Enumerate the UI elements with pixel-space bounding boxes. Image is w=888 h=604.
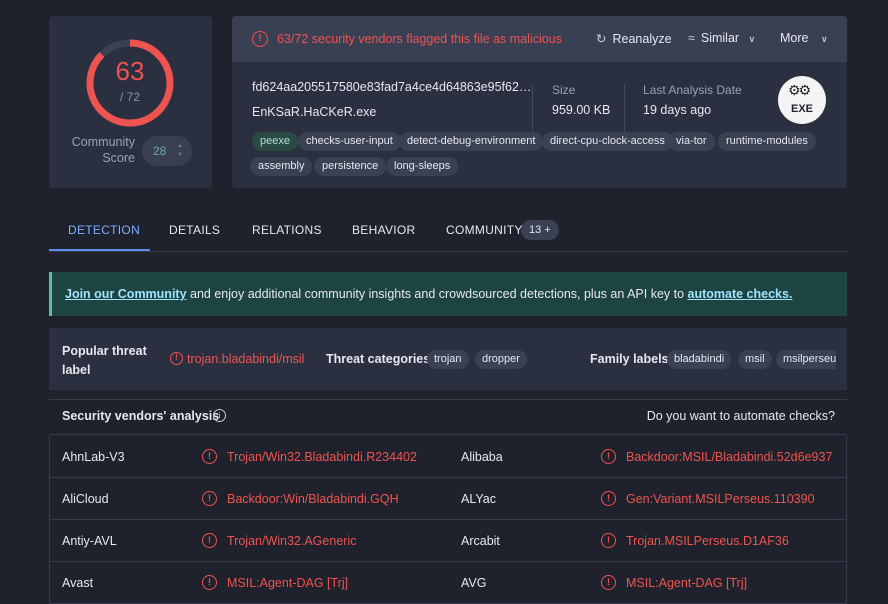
vendor-name: ALYac bbox=[461, 492, 496, 506]
community-banner: Join our Community and enjoy additional … bbox=[49, 272, 847, 316]
community-score-pill[interactable]: 28 ▲ ▼ bbox=[142, 136, 192, 166]
popular-threat-value: trojan.bladabindi/msil bbox=[187, 352, 305, 366]
family-label-chip[interactable]: msil bbox=[738, 350, 772, 369]
vendor-name: Alibaba bbox=[461, 450, 503, 464]
threat-category-chip[interactable]: dropper bbox=[475, 350, 527, 369]
vote-down-icon[interactable]: ▼ bbox=[177, 152, 183, 158]
gear-icon: ⚙⚙ bbox=[788, 82, 811, 98]
threat-category-chip[interactable]: trojan bbox=[427, 350, 469, 369]
community-score-value: 28 bbox=[153, 144, 167, 158]
detection-result: Backdoor:MSIL/Bladabindi.52d6e937 bbox=[626, 450, 833, 464]
alert-icon: ! bbox=[252, 31, 268, 47]
last-analysis-label: Last Analysis Date bbox=[643, 83, 742, 97]
chevron-down-icon: ∨ bbox=[748, 34, 756, 44]
tag-chip[interactable]: peexe bbox=[252, 132, 298, 151]
alert-icon: ! bbox=[170, 352, 183, 365]
vendors-table: AhnLab-V3 ! Trojan/Win32.Bladabindi.R234… bbox=[49, 436, 847, 604]
divider bbox=[624, 84, 625, 134]
table-row: Antiy-AVL ! Trojan/Win32.AGeneric Arcabi… bbox=[49, 520, 847, 562]
family-labels-label: Family labels bbox=[590, 352, 669, 366]
divider bbox=[532, 84, 533, 134]
alert-icon: ! bbox=[202, 491, 217, 506]
similar-icon: ≈ bbox=[688, 31, 695, 45]
tab-details[interactable]: DETAILS bbox=[169, 223, 220, 237]
family-label-chip[interactable]: bladabindi bbox=[667, 350, 732, 369]
detection-result: Trojan/Win32.Bladabindi.R234402 bbox=[227, 450, 417, 464]
vendor-name: Arcabit bbox=[461, 534, 500, 548]
last-analysis-value: 19 days ago bbox=[643, 103, 712, 117]
malicious-alert-bar: ! 63/72 security vendors flagged this fi… bbox=[232, 16, 847, 62]
alert-icon: ! bbox=[601, 491, 616, 506]
detection-result: Backdoor:Win/Bladabindi.GQH bbox=[227, 492, 399, 506]
community-score-label: Community Score bbox=[71, 135, 135, 165]
reanalyze-button[interactable]: ↻ Reanalyze bbox=[596, 31, 672, 46]
file-name: EnKSaR.HaCKeR.exe bbox=[252, 105, 377, 119]
alert-icon: ! bbox=[601, 575, 616, 590]
vendor-name: AliCloud bbox=[62, 492, 109, 506]
alert-text: 63/72 security vendors flagged this file… bbox=[277, 32, 562, 46]
alert-icon: ! bbox=[202, 575, 217, 590]
tag-chip[interactable]: assembly bbox=[250, 157, 313, 176]
detection-score-card: 63 / 72 Community Score 28 ▲ ▼ bbox=[49, 16, 212, 188]
tag-chip[interactable]: checks-user-input bbox=[298, 132, 401, 151]
tab-relations[interactable]: RELATIONS bbox=[252, 223, 322, 237]
vendor-name: AVG bbox=[461, 576, 487, 590]
tag-chip[interactable]: direct-cpu-clock-access bbox=[542, 132, 673, 151]
vendor-name: Avast bbox=[62, 576, 94, 590]
detection-total: / 72 bbox=[119, 90, 140, 104]
tag-chip[interactable]: via-tor bbox=[668, 132, 715, 151]
popular-threat-label: Popular threat label bbox=[62, 344, 147, 377]
info-icon[interactable]: i bbox=[213, 409, 226, 422]
automate-checks-link[interactable]: automate checks. bbox=[688, 287, 793, 301]
active-tab-indicator bbox=[49, 249, 150, 251]
tag-chip[interactable]: long-sleeps bbox=[386, 157, 459, 176]
alert-icon: ! bbox=[202, 449, 217, 464]
size-label: Size bbox=[552, 83, 576, 97]
banner-text: and enjoy additional community insights … bbox=[186, 287, 688, 301]
detection-result: MSIL:Agent-DAG [Trj] bbox=[626, 576, 748, 590]
tag-chip[interactable]: detect-debug-environment bbox=[399, 132, 544, 151]
vote-up-icon[interactable]: ▲ bbox=[177, 143, 183, 149]
family-label-chip[interactable]: msilperseus bbox=[776, 350, 836, 369]
tab-detection[interactable]: DETECTION bbox=[68, 223, 140, 237]
automate-checks-prompt[interactable]: Do you want to automate checks? bbox=[647, 409, 835, 423]
security-vendors-header: Security vendors' analysis i Do you want… bbox=[49, 399, 847, 435]
table-row: AliCloud ! Backdoor:Win/Bladabindi.GQH A… bbox=[49, 478, 847, 520]
chevron-down-icon: ∨ bbox=[820, 34, 828, 44]
size-value: 959.00 KB bbox=[552, 103, 611, 117]
security-vendors-title: Security vendors' analysis bbox=[62, 409, 220, 423]
tabs-divider bbox=[49, 251, 847, 252]
threat-summary-panel: Popular threat label ! trojan.bladabindi… bbox=[49, 328, 847, 390]
table-row: AhnLab-V3 ! Trojan/Win32.Bladabindi.R234… bbox=[49, 436, 847, 478]
alert-icon: ! bbox=[601, 449, 616, 464]
table-row: Avast ! MSIL:Agent-DAG [Trj] AVG ! MSIL:… bbox=[49, 562, 847, 604]
tab-community[interactable]: COMMUNITY bbox=[446, 223, 523, 237]
file-hash[interactable]: fd624aa205517580e83fad7a4ce4d64863e95f62… bbox=[252, 80, 531, 94]
tag-chip[interactable]: runtime-modules bbox=[718, 132, 816, 151]
detection-result: Gen:Variant.MSILPerseus.110390 bbox=[626, 492, 815, 506]
alert-icon: ! bbox=[601, 533, 616, 548]
more-dropdown[interactable]: More ∨ bbox=[780, 31, 828, 45]
tag-chip[interactable]: persistence bbox=[314, 157, 387, 176]
refresh-icon: ↻ bbox=[596, 32, 607, 46]
exe-file-type-icon: ⚙⚙ EXE bbox=[778, 76, 826, 124]
vendor-name: Antiy-AVL bbox=[62, 534, 117, 548]
detection-result: MSIL:Agent-DAG [Trj] bbox=[227, 576, 349, 590]
detection-count: 63 bbox=[115, 56, 145, 86]
threat-categories-label: Threat categories bbox=[326, 352, 431, 366]
file-info-card: ! 63/72 security vendors flagged this fi… bbox=[232, 16, 847, 188]
similar-dropdown[interactable]: ≈ Similar ∨ bbox=[688, 31, 755, 45]
join-community-link[interactable]: Join our Community bbox=[65, 287, 187, 301]
tab-behavior[interactable]: BEHAVIOR bbox=[352, 223, 416, 237]
family-labels-list[interactable]: bladabindi msil msilperseus bbox=[664, 348, 836, 372]
vendor-name: AhnLab-V3 bbox=[62, 450, 125, 464]
detection-result: Trojan.MSILPerseus.D1AF36 bbox=[626, 534, 789, 548]
detection-result: Trojan/Win32.AGeneric bbox=[227, 534, 357, 548]
community-count-badge: 13 + bbox=[521, 220, 559, 240]
alert-icon: ! bbox=[202, 533, 217, 548]
